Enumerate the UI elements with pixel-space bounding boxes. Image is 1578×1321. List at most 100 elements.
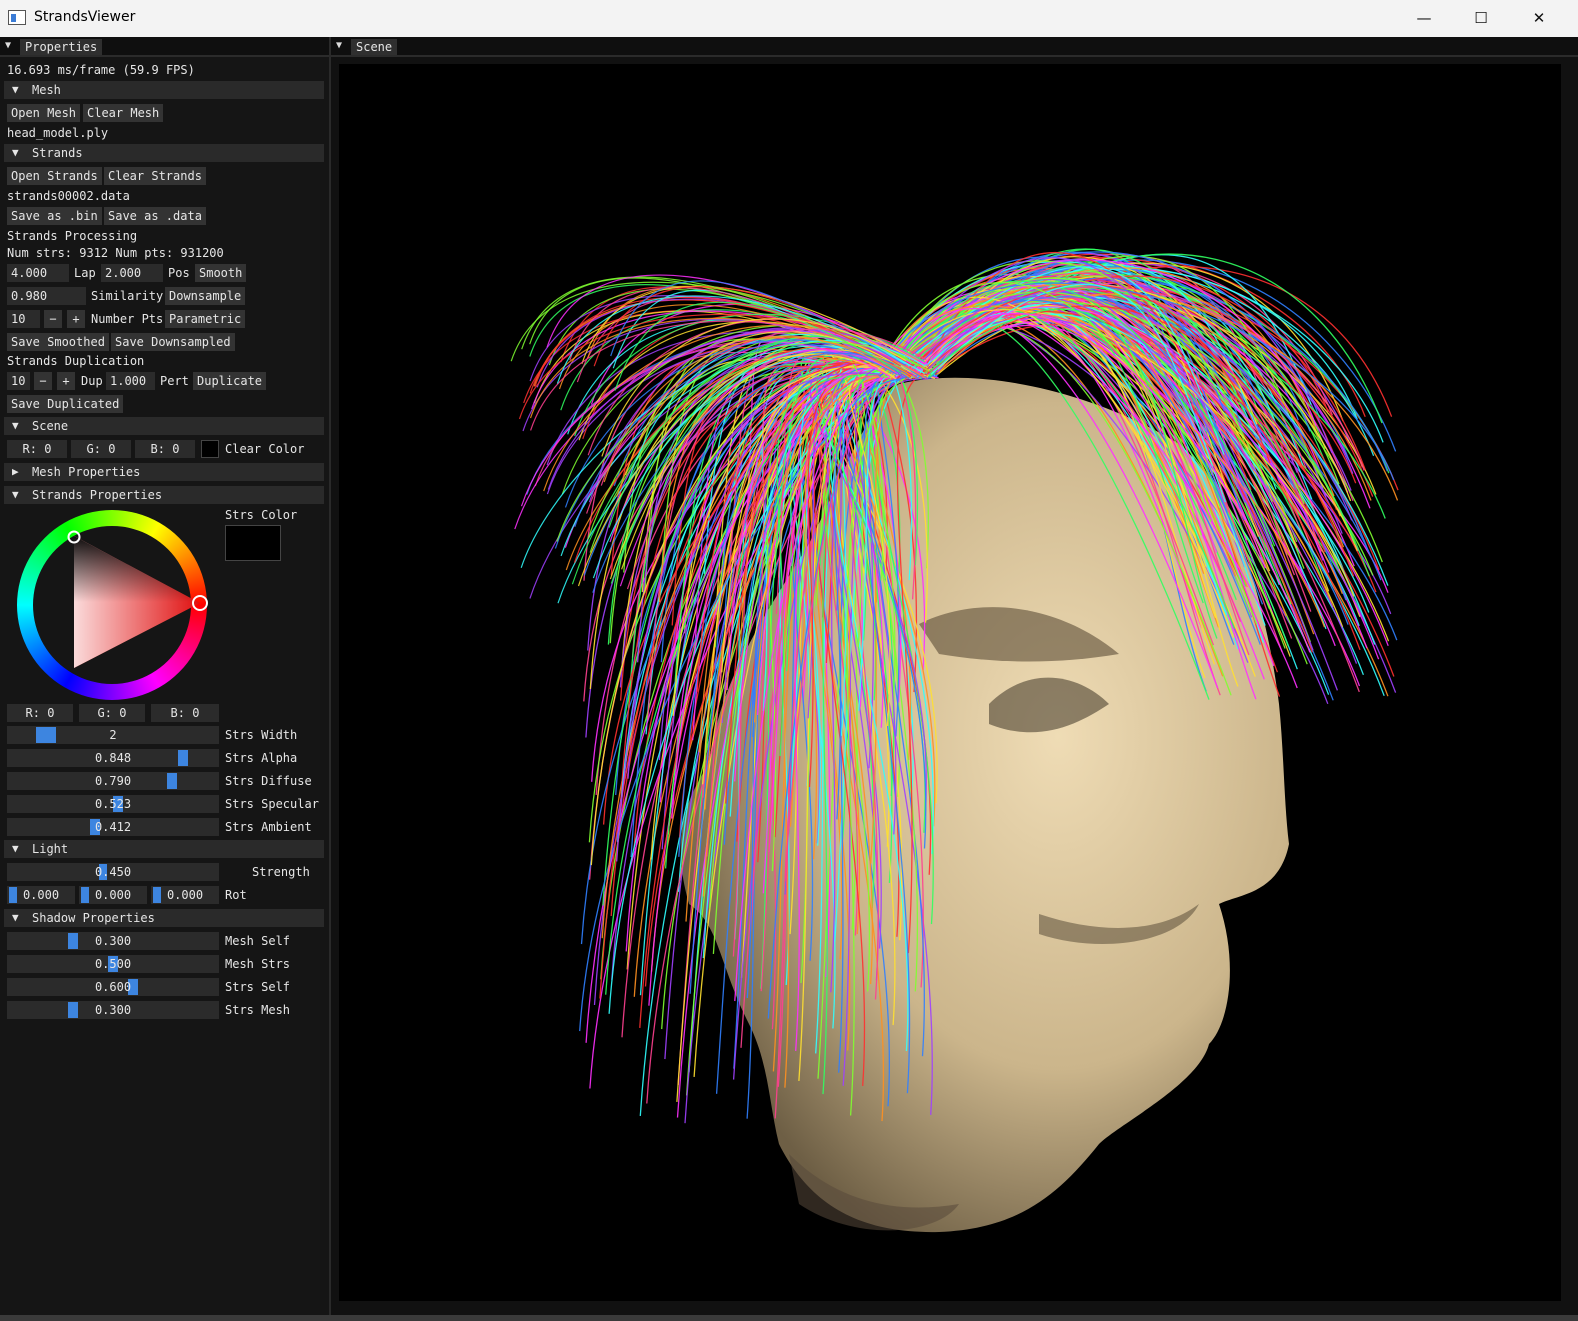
close-button[interactable]: ✕ <box>1510 0 1568 37</box>
slider-label: Strs Mesh <box>225 1003 291 1017</box>
downsample-button[interactable]: Downsample <box>165 287 246 305</box>
dup-increment-button[interactable]: + <box>57 372 75 390</box>
strength-label: Strength <box>252 865 310 879</box>
number-pts-increment-button[interactable]: + <box>67 310 85 328</box>
dup-decrement-button[interactable]: − <box>34 372 52 390</box>
pos-input[interactable]: 2.000 <box>101 264 163 282</box>
strs-color-g-input[interactable]: G: 0 <box>79 704 145 722</box>
pert-label: Pert <box>160 374 189 388</box>
shadow-slider-mesh-self[interactable]: 0.300 <box>7 932 219 950</box>
slider-value: 0.600 <box>94 980 132 994</box>
slider-value: 0.412 <box>94 820 132 834</box>
strands-header[interactable]: ▼ Strands <box>4 144 324 162</box>
clear-color-r-input[interactable]: R: 0 <box>7 440 67 458</box>
strs-color-b-input[interactable]: B: 0 <box>151 704 219 722</box>
slider-label: Strs Diffuse <box>225 774 312 788</box>
dup-input[interactable]: 10 <box>7 372 30 390</box>
clear-strands-button[interactable]: Clear Strands <box>104 167 206 185</box>
lap-input[interactable]: 4.000 <box>7 264 69 282</box>
save-downsampled-button[interactable]: Save Downsampled <box>111 333 235 351</box>
number-pts-input[interactable]: 10 <box>7 310 40 328</box>
clear-mesh-button[interactable]: Clear Mesh <box>83 104 164 122</box>
fps-readout: 16.693 ms/frame (59.9 FPS) <box>7 63 195 77</box>
tab-properties[interactable]: Properties <box>20 39 103 55</box>
clear-color-g-input[interactable]: G: 0 <box>71 440 131 458</box>
save-smoothed-button[interactable]: Save Smoothed <box>7 333 109 351</box>
shadow-slider-strs-self[interactable]: 0.600 <box>7 978 219 996</box>
light-rot-y-slider[interactable]: 0.000 <box>79 886 147 904</box>
maximize-button[interactable]: ☐ <box>1452 0 1510 37</box>
mesh-properties-header[interactable]: ▶ Mesh Properties <box>4 463 324 481</box>
app-canvas: ▼ Properties 16.693 ms/frame (59.9 FPS) … <box>0 37 1578 1321</box>
strands-properties-header-label: Strands Properties <box>32 488 163 502</box>
shadow-slider-strs-mesh[interactable]: 0.300 <box>7 1001 219 1019</box>
save-data-button[interactable]: Save as .data <box>104 207 206 225</box>
pos-label: Pos <box>168 266 190 280</box>
clear-color-b-input[interactable]: B: 0 <box>135 440 195 458</box>
mesh-header[interactable]: ▼ Mesh <box>4 81 324 99</box>
number-pts-label: Number Pts <box>91 312 164 326</box>
duplicate-button[interactable]: Duplicate <box>193 372 267 390</box>
window-bottom-edge <box>0 1315 1578 1321</box>
clear-color-swatch[interactable] <box>201 440 219 458</box>
number-pts-decrement-button[interactable]: − <box>44 310 62 328</box>
strands-stats: Num strs: 9312 Num pts: 931200 <box>7 246 224 260</box>
collapse-triangle-icon[interactable]: ▼ <box>336 40 342 51</box>
expanded-arrow-icon: ▼ <box>12 419 19 432</box>
shadow-properties-header-label: Shadow Properties <box>32 911 155 925</box>
light-rot-z-slider[interactable]: 0.000 <box>151 886 219 904</box>
scene-viewport[interactable] <box>339 64 1561 1301</box>
slider-value: 0.300 <box>94 1003 132 1017</box>
strs-slider-strs-alpha[interactable]: 0.848 <box>7 749 219 767</box>
parametric-button[interactable]: Parametric <box>165 310 246 328</box>
properties-tab-bar: ▼ Properties <box>0 37 329 57</box>
slider-label: Strs Self <box>225 980 291 994</box>
strs-slider-strs-diffuse[interactable]: 0.790 <box>7 772 219 790</box>
smooth-button[interactable]: Smooth <box>195 264 247 282</box>
open-mesh-button[interactable]: Open Mesh <box>7 104 81 122</box>
slider-value: 0.523 <box>94 797 132 811</box>
slider-label: Strs Alpha <box>225 751 298 765</box>
properties-window: ▼ Properties 16.693 ms/frame (59.9 FPS) … <box>0 37 331 1317</box>
shadow-properties-header[interactable]: ▼ Shadow Properties <box>4 909 324 927</box>
scene-header[interactable]: ▼ Scene <box>4 417 324 435</box>
slider-value: 0.848 <box>94 751 132 765</box>
light-strength-slider[interactable]: 0.450 <box>7 863 219 881</box>
pert-input[interactable]: 1.000 <box>106 372 155 390</box>
save-duplicated-button[interactable]: Save Duplicated <box>7 395 124 413</box>
scene-header-label: Scene <box>32 419 69 433</box>
title-bar: StrandsViewer — ☐ ✕ <box>0 0 1578 37</box>
tab-scene[interactable]: Scene <box>351 39 398 55</box>
expanded-arrow-icon: ▼ <box>12 488 19 501</box>
light-header[interactable]: ▼ Light <box>4 840 324 858</box>
collapsed-arrow-icon: ▶ <box>12 465 19 478</box>
light-header-label: Light <box>32 842 69 856</box>
strs-slider-strs-width[interactable]: 2 <box>7 726 219 744</box>
minimize-button[interactable]: — <box>1395 0 1453 37</box>
strs-color-swatch[interactable] <box>225 525 281 561</box>
strs-slider-strs-ambient[interactable]: 0.412 <box>7 818 219 836</box>
collapse-triangle-icon[interactable]: ▼ <box>5 40 11 51</box>
slider-value: 0.000 <box>22 888 60 902</box>
dup-label: Dup <box>81 374 103 388</box>
slider-value: 0.000 <box>166 888 204 902</box>
color-wheel-picker[interactable] <box>14 507 210 703</box>
light-rot-x-slider[interactable]: 0.000 <box>7 886 75 904</box>
lap-label: Lap <box>74 266 96 280</box>
slider-value: 0.000 <box>94 888 132 902</box>
slider-label: Mesh Self <box>225 934 291 948</box>
strands-properties-header[interactable]: ▼ Strands Properties <box>4 486 324 504</box>
expanded-arrow-icon: ▼ <box>12 83 19 96</box>
slider-value: 2 <box>109 728 117 742</box>
strs-slider-strs-specular[interactable]: 0.523 <box>7 795 219 813</box>
slider-label: Strs Specular <box>225 797 319 811</box>
shadow-slider-mesh-strs[interactable]: 0.500 <box>7 955 219 973</box>
strs-color-r-input[interactable]: R: 0 <box>7 704 73 722</box>
slider-value: 0.500 <box>94 957 132 971</box>
similarity-input[interactable]: 0.980 <box>7 287 86 305</box>
save-bin-button[interactable]: Save as .bin <box>7 207 102 225</box>
open-strands-button[interactable]: Open Strands <box>7 167 102 185</box>
strands-filename: strands00002.data <box>7 189 130 203</box>
strands-duplication-label: Strands Duplication <box>7 354 145 368</box>
expanded-arrow-icon: ▼ <box>12 842 19 855</box>
